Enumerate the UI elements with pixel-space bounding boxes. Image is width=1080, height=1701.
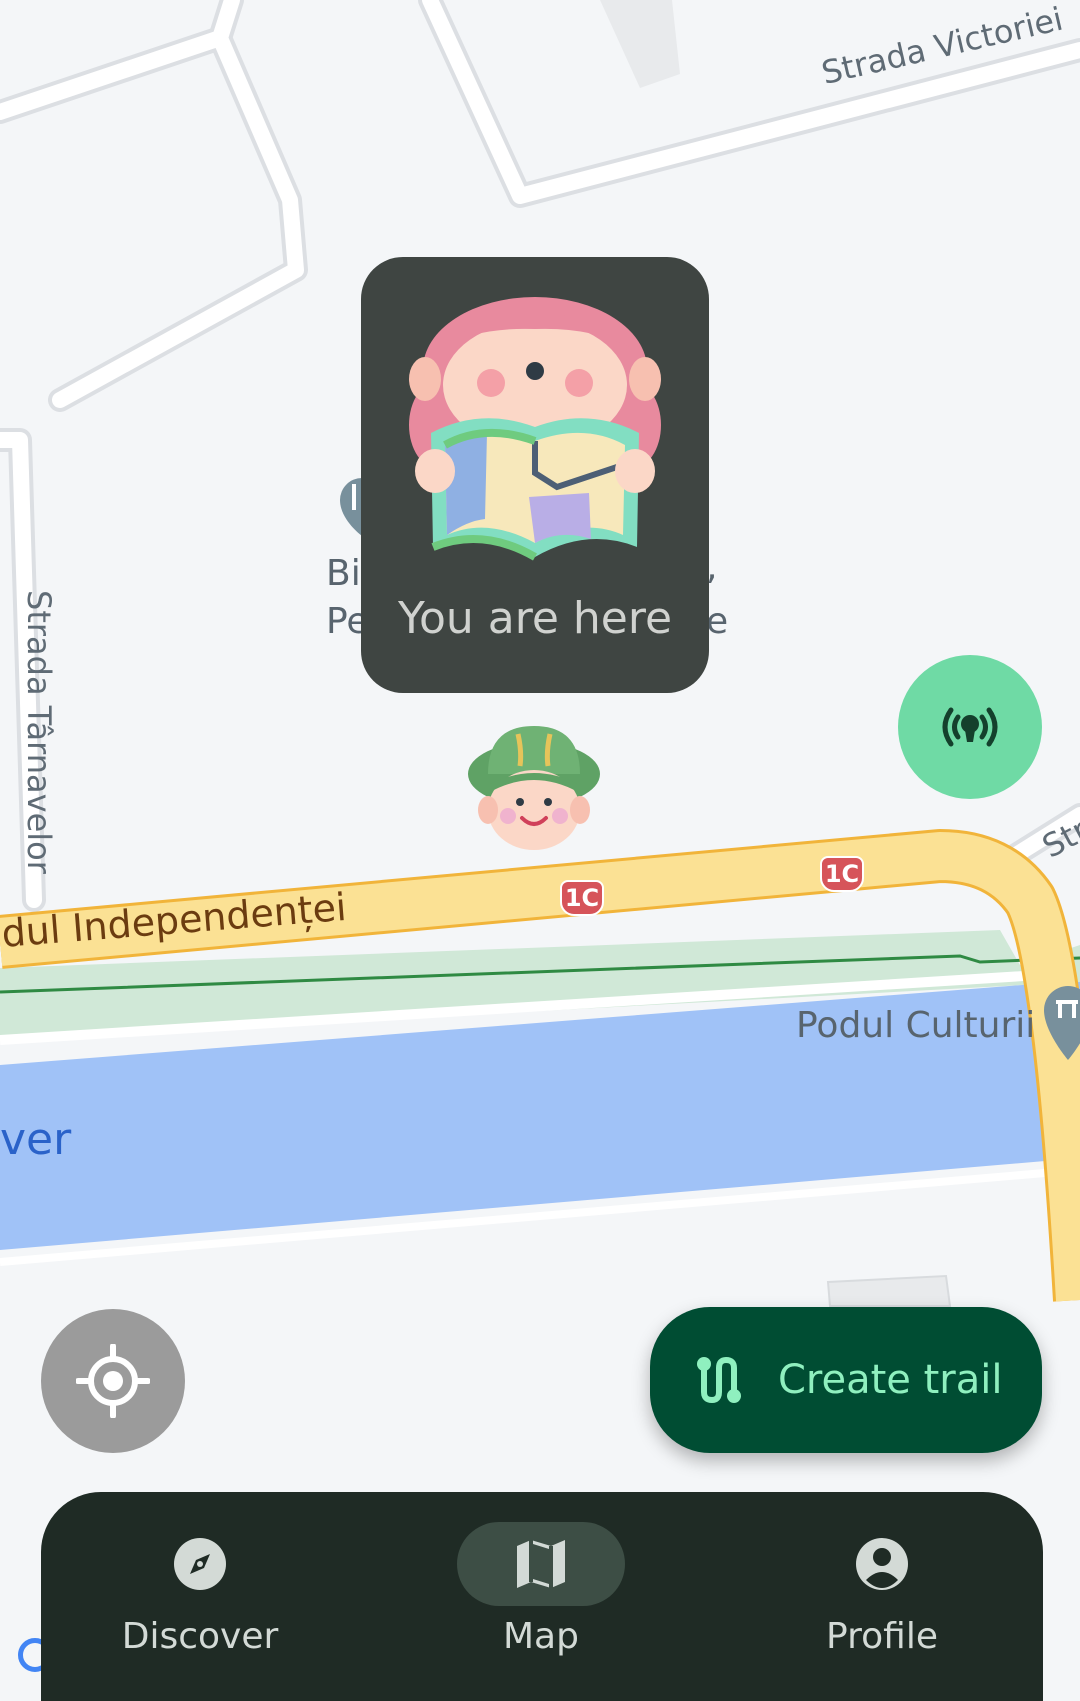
- crosshair-icon: [76, 1344, 150, 1418]
- building-shape: [600, 0, 680, 88]
- nav-item-profile[interactable]: Profile: [782, 1492, 982, 1701]
- nav-label-map: Map: [503, 1616, 579, 1657]
- live-broadcast-button[interactable]: [898, 655, 1042, 799]
- map-reader-illustration-icon: [409, 297, 661, 561]
- user-location-avatar[interactable]: [466, 722, 602, 854]
- river-label: ver: [0, 1114, 72, 1165]
- broadcast-icon: [942, 707, 998, 747]
- account-circle-icon: [856, 1538, 908, 1590]
- route-badge: 1C: [820, 856, 864, 892]
- create-trail-label: Create trail: [778, 1357, 1003, 1403]
- poi-label-line2-right: e: [706, 601, 729, 642]
- nav-item-map[interactable]: Map: [441, 1492, 641, 1701]
- poi-label-bridge: Podul Culturii: [796, 1005, 1036, 1046]
- building-shape-lower: [826, 1274, 952, 1307]
- you-are-here-tooltip: You are here: [361, 257, 709, 693]
- street-label-tarnavelor: Strada Târnavelor: [20, 590, 58, 874]
- you-are-here-label: You are here: [397, 593, 673, 644]
- nav-label-profile: Profile: [826, 1616, 938, 1657]
- poi-label-line1-left: Bi: [326, 553, 361, 594]
- nav-item-discover[interactable]: Discover: [100, 1492, 300, 1701]
- compass-icon: [174, 1538, 226, 1590]
- route-icon: [697, 1356, 741, 1404]
- my-location-button[interactable]: [41, 1309, 185, 1453]
- create-trail-button[interactable]: Create trail: [650, 1307, 1042, 1453]
- nav-label-discover: Discover: [121, 1616, 279, 1657]
- bottom-navigation: Discover Map Profile: [41, 1492, 1043, 1701]
- map-icon: [517, 1540, 565, 1588]
- explorer-avatar-icon: [468, 726, 600, 850]
- route-badge: 1C: [560, 880, 604, 916]
